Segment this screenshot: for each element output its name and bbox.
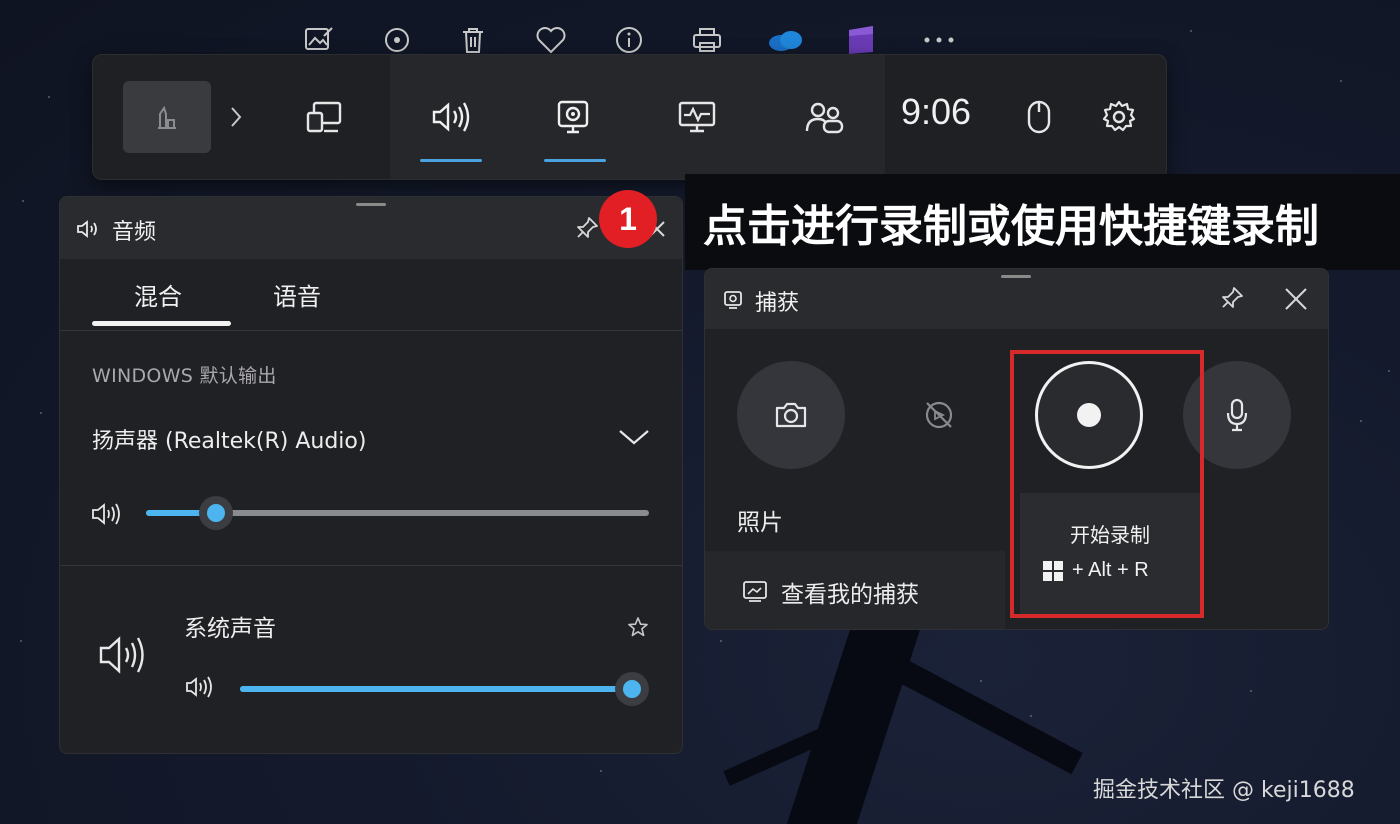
mouse-icon[interactable] <box>1007 85 1071 149</box>
app-icon[interactable] <box>842 22 880 58</box>
app-volume-fill <box>240 686 632 692</box>
star-icon[interactable] <box>624 613 652 641</box>
app-volume-name: 系统声音 <box>184 616 276 642</box>
info-icon[interactable] <box>610 22 648 58</box>
audio-active-indicator <box>420 159 482 162</box>
gear-icon[interactable] <box>1087 85 1151 149</box>
capture-title: 捕获 <box>755 291 800 316</box>
app-volume-thumb[interactable] <box>615 672 649 706</box>
output-device-select[interactable]: 扬声器 (Realtek(R) Audio) <box>92 423 366 455</box>
print-icon[interactable] <box>688 22 726 58</box>
onedrive-icon[interactable] <box>766 22 804 58</box>
master-volume-icon <box>90 499 122 529</box>
replay-icon[interactable] <box>378 22 416 58</box>
game-thumbnail[interactable] <box>123 81 211 153</box>
trash-icon[interactable] <box>454 22 492 58</box>
heart-icon[interactable] <box>532 22 570 58</box>
master-volume-thumb[interactable] <box>199 496 234 530</box>
audio-title: 音频 <box>112 220 157 245</box>
media-actions-row <box>300 22 980 58</box>
image-edit-icon[interactable] <box>300 22 338 58</box>
photo-label: 照片 <box>737 510 783 536</box>
gallery-icon <box>739 577 771 605</box>
clock: 9:06 <box>901 91 972 132</box>
tab-voice[interactable]: 语音 <box>273 277 321 312</box>
default-output-label: WINDOWS 默认输出 <box>92 365 277 387</box>
pin-icon[interactable] <box>1215 283 1249 313</box>
divider <box>60 330 682 331</box>
tab-mix[interactable]: 混合 <box>134 277 182 312</box>
game-bar: 9:06 <box>92 54 1167 180</box>
resources-icon[interactable] <box>665 85 729 149</box>
audio-icon[interactable] <box>419 85 483 149</box>
microphone-icon <box>1225 398 1249 432</box>
speaker-icon <box>74 217 104 241</box>
more-icon[interactable] <box>920 22 958 58</box>
social-icon[interactable] <box>793 85 857 149</box>
performance-icon[interactable] <box>293 85 357 149</box>
capture-header-icon <box>719 287 747 313</box>
screenshot-button[interactable] <box>737 361 845 469</box>
close-icon[interactable] <box>1279 283 1313 315</box>
callout-text: 点击进行录制或使用快捷键录制 <box>703 201 1319 252</box>
audio-widget: 音频 混合 语音 WINDOWS 默认输出 扬声器 (Realtek(R) Au… <box>59 196 683 754</box>
camera-icon <box>774 401 808 429</box>
chevron-right-icon[interactable] <box>221 99 251 135</box>
watermark: 掘金技术社区 @ keji1688 <box>1093 778 1355 803</box>
system-sounds-icon <box>96 631 152 679</box>
highlight-box <box>1010 350 1204 618</box>
record-last-disabled-icon[interactable] <box>919 395 959 435</box>
drag-handle[interactable] <box>356 203 386 206</box>
capture-icon[interactable] <box>541 85 605 149</box>
drag-handle[interactable] <box>1001 275 1031 278</box>
view-captures-link[interactable]: 查看我的捕获 <box>781 575 919 609</box>
app-volume-slider[interactable] <box>240 686 632 692</box>
step-badge: 1 <box>599 190 657 248</box>
capture-active-indicator <box>544 159 606 162</box>
divider <box>60 565 682 566</box>
app-volume-icon <box>184 673 214 701</box>
active-tab-indicator <box>92 321 231 326</box>
chevron-down-icon[interactable] <box>616 423 652 451</box>
